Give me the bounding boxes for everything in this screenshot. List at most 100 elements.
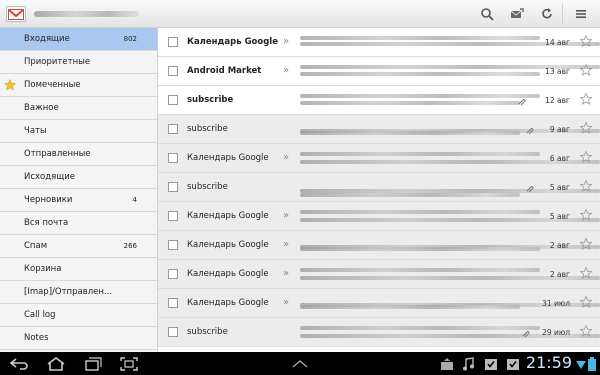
back-icon[interactable] bbox=[10, 355, 30, 372]
music-icon[interactable] bbox=[462, 355, 474, 372]
folder-call-log[interactable]: Call log bbox=[0, 304, 157, 327]
message-row[interactable]: Календарь Google » 5 авг bbox=[158, 202, 600, 231]
star-outline-icon[interactable] bbox=[579, 179, 593, 195]
select-checkbox[interactable] bbox=[168, 211, 178, 221]
thread-arrow-icon: » bbox=[283, 152, 290, 163]
recent-apps-icon[interactable] bbox=[84, 355, 102, 372]
star-outline-icon[interactable] bbox=[579, 34, 593, 50]
folder-drafts[interactable]: Черновики 4 bbox=[0, 189, 157, 212]
attachment-icon bbox=[525, 126, 534, 138]
folder-sent[interactable]: Отправленные bbox=[0, 143, 157, 166]
folder-notes[interactable]: Notes bbox=[0, 327, 157, 350]
attachment-icon bbox=[521, 329, 530, 341]
folder-label: Чаты bbox=[24, 126, 47, 136]
star-outline-icon[interactable] bbox=[579, 295, 593, 311]
message-date: 5 авг bbox=[549, 183, 570, 192]
message-row[interactable]: Календарь Google » 14 авг bbox=[158, 28, 600, 57]
compose-icon[interactable] bbox=[506, 4, 528, 24]
message-list: Календарь Google » 14 авг Android Market… bbox=[158, 28, 600, 352]
calendar-task-icon[interactable] bbox=[506, 355, 520, 372]
folder-label: Спам bbox=[24, 241, 48, 251]
message-date: 9 авг bbox=[549, 125, 570, 134]
sender-name: Календарь Google bbox=[187, 240, 269, 250]
action-bar bbox=[0, 0, 600, 28]
folder-label: Отправленные bbox=[24, 149, 91, 159]
message-row[interactable]: subscribe 12 авг bbox=[158, 86, 600, 115]
message-date: 6 авг bbox=[549, 154, 570, 163]
folder-chats[interactable]: Чаты bbox=[0, 120, 157, 143]
message-row[interactable]: subscribe 29 июл bbox=[158, 318, 600, 347]
menu-icon[interactable] bbox=[570, 4, 592, 24]
subject-snippet bbox=[300, 131, 520, 135]
subject-snippet bbox=[300, 152, 540, 156]
up-arrow-icon[interactable] bbox=[292, 355, 308, 372]
star-outline-icon[interactable] bbox=[579, 237, 593, 253]
folder-outbox[interactable]: Исходящие bbox=[0, 166, 157, 189]
system-bar: 21:59 bbox=[0, 352, 600, 375]
sender-name: Календарь Google bbox=[187, 37, 278, 47]
message-date: 2 авг bbox=[549, 241, 570, 250]
star-icon bbox=[3, 78, 149, 94]
gmail-logo-icon[interactable] bbox=[6, 6, 26, 22]
status-clock: 21:59 bbox=[525, 353, 572, 372]
star-outline-icon[interactable] bbox=[579, 208, 593, 224]
sender-name: subscribe bbox=[187, 182, 228, 192]
search-icon[interactable] bbox=[476, 4, 498, 24]
account-name[interactable] bbox=[34, 11, 139, 17]
subject-snippet bbox=[300, 305, 520, 309]
folder-all-mail[interactable]: Вся почта bbox=[0, 212, 157, 235]
select-checkbox[interactable] bbox=[168, 269, 178, 279]
folder-inbox[interactable]: Входящие 802 bbox=[0, 28, 157, 51]
message-row[interactable]: subscribe 5 авг bbox=[158, 173, 600, 202]
folder-spam[interactable]: Спам 266 bbox=[0, 235, 157, 258]
folder-label: Важное bbox=[24, 103, 59, 113]
select-checkbox[interactable] bbox=[168, 124, 178, 134]
folder-list: Входящие 802 Приоритетные Помеченные Важ… bbox=[0, 28, 158, 352]
star-outline-icon[interactable] bbox=[579, 121, 593, 137]
folder-count: 266 bbox=[123, 242, 137, 250]
star-outline-icon[interactable] bbox=[579, 150, 593, 166]
message-row[interactable]: Календарь Google » 2 авг bbox=[158, 260, 600, 289]
select-checkbox[interactable] bbox=[168, 298, 178, 308]
home-icon[interactable] bbox=[46, 355, 66, 372]
folder-priority[interactable]: Приоритетные bbox=[0, 51, 157, 74]
screenshot-icon[interactable] bbox=[120, 355, 138, 372]
star-outline-icon[interactable] bbox=[579, 266, 593, 282]
select-checkbox[interactable] bbox=[168, 327, 178, 337]
folder-imap-sent[interactable]: [Imap]/Отправлен... bbox=[0, 281, 157, 304]
message-date: 2 авг bbox=[549, 270, 570, 279]
select-checkbox[interactable] bbox=[168, 37, 178, 47]
download-notification-icon[interactable] bbox=[440, 355, 454, 372]
star-outline-icon[interactable] bbox=[579, 92, 593, 108]
message-row[interactable]: Android Market » 13 авг bbox=[158, 57, 600, 86]
refresh-icon[interactable] bbox=[536, 4, 558, 24]
folder-important[interactable]: Важное bbox=[0, 97, 157, 120]
message-row[interactable]: Календарь Google » 2 авг bbox=[158, 231, 600, 260]
message-row[interactable]: subscribe 9 авг bbox=[158, 115, 600, 144]
message-row[interactable]: Календарь Google » 31 июл bbox=[158, 289, 600, 318]
subject-snippet bbox=[300, 72, 540, 76]
toolbar-divider bbox=[562, 4, 563, 24]
folder-label: Вся почта bbox=[24, 218, 69, 228]
battery-icon bbox=[588, 355, 596, 372]
folder-label: Корзина bbox=[24, 264, 62, 274]
sender-name: Календарь Google bbox=[187, 211, 269, 221]
message-row[interactable]: Календарь Google » 6 авг bbox=[158, 144, 600, 173]
select-checkbox[interactable] bbox=[168, 182, 178, 192]
message-date: 13 авг bbox=[545, 67, 570, 76]
select-checkbox[interactable] bbox=[168, 66, 178, 76]
star-outline-icon[interactable] bbox=[579, 324, 593, 340]
subject-snippet bbox=[300, 326, 540, 330]
folder-starred[interactable]: Помеченные bbox=[0, 74, 157, 97]
folder-label: Приоритетные bbox=[24, 57, 91, 67]
folder-trash[interactable]: Корзина bbox=[0, 258, 157, 281]
task-icon[interactable] bbox=[484, 355, 498, 372]
thread-arrow-icon: » bbox=[283, 65, 290, 76]
message-date: 31 июл bbox=[542, 299, 570, 308]
select-checkbox[interactable] bbox=[168, 95, 178, 105]
select-checkbox[interactable] bbox=[168, 153, 178, 163]
select-checkbox[interactable] bbox=[168, 240, 178, 250]
folder-count: 802 bbox=[123, 35, 137, 43]
sender-name: subscribe bbox=[187, 327, 228, 337]
star-outline-icon[interactable] bbox=[579, 63, 593, 79]
